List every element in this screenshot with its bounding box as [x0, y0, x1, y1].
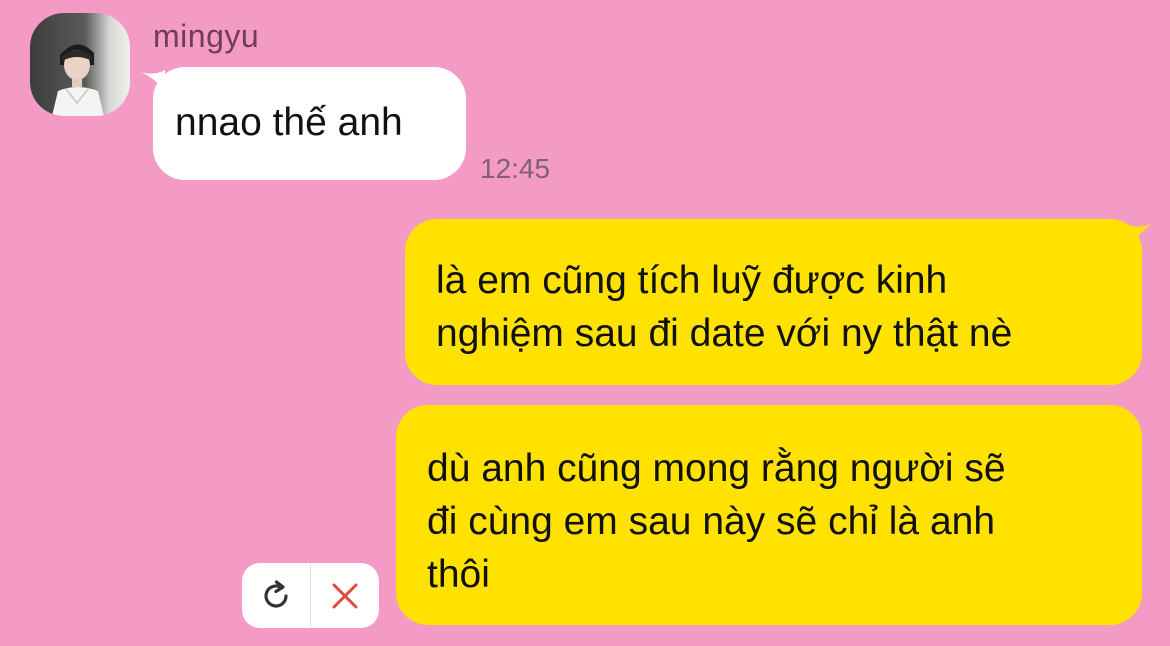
close-icon [332, 583, 358, 608]
failed-message-actions [242, 563, 379, 628]
message-text: nnao thế anh [175, 101, 403, 144]
message-line: là em cũng tích luỹ được kinh [436, 259, 948, 302]
message-line: dù anh cũng mong rằng người sẽ [427, 447, 1006, 490]
message-line: thôi [427, 553, 490, 596]
outgoing-message-bubble[interactable]: là em cũng tích luỹ được kinh nghiệm sau… [405, 219, 1142, 385]
refresh-icon [264, 579, 288, 608]
message-timestamp: 12:45 [480, 153, 551, 184]
message-line: đi cùng em sau này sẽ chỉ là anh [427, 500, 996, 543]
profile-photo-icon [52, 44, 104, 116]
sender-avatar[interactable] [30, 13, 130, 116]
message-line: nghiệm sau đi date với ny thật nè [436, 312, 1013, 355]
retry-send-button[interactable] [242, 563, 310, 628]
delete-message-button[interactable] [310, 563, 379, 628]
incoming-message-bubble[interactable]: nnao thế anh [153, 67, 466, 180]
failed-outgoing-message-bubble[interactable]: dù anh cũng mong rằng người sẽ đi cùng e… [396, 405, 1142, 625]
sender-name: mingyu [153, 18, 260, 54]
